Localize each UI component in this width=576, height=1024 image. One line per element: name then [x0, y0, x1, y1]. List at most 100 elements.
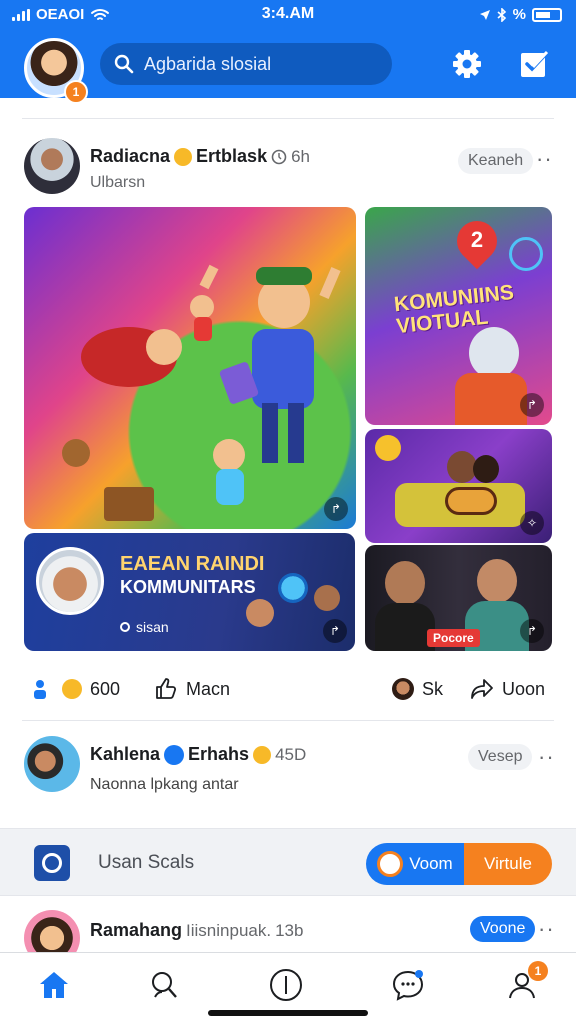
nav-home[interactable] [34, 965, 74, 1005]
post-header: Ramahang Iiisninpuak. 13b Voone ·· [24, 906, 554, 952]
emoji-icon [253, 745, 272, 764]
banner-subtitle: KOMMUNITARS [120, 577, 256, 597]
nav-search[interactable] [144, 965, 184, 1005]
globe-icon [509, 237, 543, 271]
post-author-name[interactable]: Radiacna [90, 146, 170, 167]
primary-action-label: Voom [409, 854, 453, 873]
location-arrow-icon [479, 9, 490, 20]
primary-action-button[interactable]: Voom [366, 843, 464, 885]
post-time: 45D [275, 744, 307, 764]
more-options-icon[interactable]: ·· [536, 148, 553, 170]
media-tile-top-right[interactable]: KOMUNIINS VIOTUAL 2 ↱ [365, 207, 552, 425]
child-figure [246, 599, 274, 627]
secondary-action-button[interactable]: Virtule [464, 843, 552, 885]
like-label: Macn [186, 678, 231, 699]
follow-pill[interactable]: Voone [470, 916, 536, 942]
person-body [375, 603, 435, 651]
reaction-count: 600 [90, 678, 121, 699]
follow-pill[interactable]: Vesep [468, 744, 533, 770]
tablet-shape [445, 487, 497, 515]
post-subtitle: Naonna lpkang antar [90, 776, 239, 793]
search-input[interactable] [144, 53, 384, 75]
app-badge-icon [377, 851, 404, 877]
character-body [455, 373, 527, 425]
post-author-line: Radiacna Ertblask 6h [90, 146, 310, 167]
share-arrow-icon [471, 679, 493, 699]
search-bar[interactable] [100, 43, 392, 85]
nav-profile[interactable]: 1 [502, 961, 548, 1005]
nav-messages[interactable] [388, 965, 428, 1005]
media-tile-middle-right[interactable]: ✧ [365, 429, 552, 543]
suggestion-buttons: Voom Virtule [366, 843, 552, 885]
live-label: Pocore [427, 629, 480, 647]
profile-badge: 1 [528, 961, 548, 981]
poster-shape [375, 435, 401, 461]
media-tile-bottom-right[interactable]: Pocore ↱ [365, 545, 552, 651]
like-button[interactable]: Macn [154, 672, 230, 706]
chat-bubble-icon [392, 970, 424, 1001]
post-author-name[interactable]: Ramahang [90, 920, 182, 941]
media-type-icon: ✧ [520, 511, 544, 535]
notification-badge: 1 [64, 80, 88, 104]
person-head [473, 455, 499, 483]
post-subtitle: Ulbarsn [90, 174, 146, 191]
globe-icon [278, 573, 308, 603]
location-pin-number: 2 [470, 227, 484, 252]
home-indicator [208, 1010, 368, 1016]
post-actions: 600 Macn Sk Uoon [24, 672, 554, 708]
banner-meta-row: sisan [120, 619, 169, 635]
character-head [469, 327, 519, 379]
search-icon [152, 972, 177, 998]
follow-pill[interactable]: Keaneh [458, 148, 534, 174]
share-label: Uoon [502, 678, 546, 699]
media-tile-banner[interactable]: EAEAN RAINDI KOMMUNITARS sisan ↱ [24, 533, 355, 651]
suggestion-band: Usan Scals Voom Virtule [0, 828, 576, 896]
share-small-label: Sk [422, 678, 444, 699]
compose-check-icon [521, 50, 549, 77]
more-options-icon[interactable]: ·· [538, 746, 555, 768]
post-author-extra[interactable]: Ertblask [196, 146, 267, 167]
banner-title: EAEAN RAINDI [120, 553, 265, 575]
emoji-icon [174, 147, 193, 166]
share-small[interactable]: Sk [392, 672, 443, 706]
post-author-name[interactable]: Kahlena [90, 744, 160, 765]
reactions-summary[interactable]: 600 [32, 672, 120, 706]
compass-icon [270, 969, 302, 1001]
post-time: 13b [275, 920, 304, 940]
smile-icon [62, 679, 82, 699]
post-header: Kahlena Erhahs 45D Naonna lpkang antar V… [24, 734, 554, 798]
banner-meta-text: sisan [136, 619, 169, 635]
verified-icon [164, 744, 185, 765]
post-author-extra[interactable]: Iiisninpuak. [186, 921, 271, 941]
share-button[interactable]: Uoon [470, 672, 545, 706]
nav-watch[interactable] [266, 965, 306, 1005]
media-tile-main[interactable]: ↱ [24, 207, 356, 529]
media-type-icon: ↱ [520, 619, 544, 643]
cartoon-illustration [62, 264, 341, 521]
battery-label: % [512, 6, 526, 23]
small-avatar [392, 678, 414, 700]
post-author-line: Ramahang Iiisninpuak. 13b [90, 920, 303, 941]
bluetooth-icon [497, 7, 506, 22]
person-head [477, 559, 517, 603]
page-logo-icon [34, 845, 70, 881]
author-avatar[interactable] [24, 138, 80, 194]
more-options-icon[interactable]: ·· [538, 918, 554, 940]
app-header: OEAOI 3:4.AM % 1 [0, 0, 576, 104]
post-time: 6h [291, 146, 311, 166]
author-avatar[interactable] [24, 736, 80, 792]
search-icon [114, 54, 134, 74]
divider [22, 118, 554, 119]
compose-button[interactable] [517, 47, 551, 81]
author-avatar[interactable] [24, 910, 80, 952]
clock-icon [271, 149, 287, 164]
battery-icon [532, 7, 562, 22]
media-type-icon: ↱ [324, 497, 348, 521]
banner-meta-icon [120, 622, 130, 632]
secondary-action-label: Virtule [484, 854, 532, 873]
divider [22, 720, 554, 721]
settings-button[interactable] [450, 47, 484, 81]
home-icon [40, 972, 68, 998]
post-author-extra[interactable]: Erhahs [188, 744, 249, 765]
media-type-icon: ↱ [520, 393, 544, 417]
